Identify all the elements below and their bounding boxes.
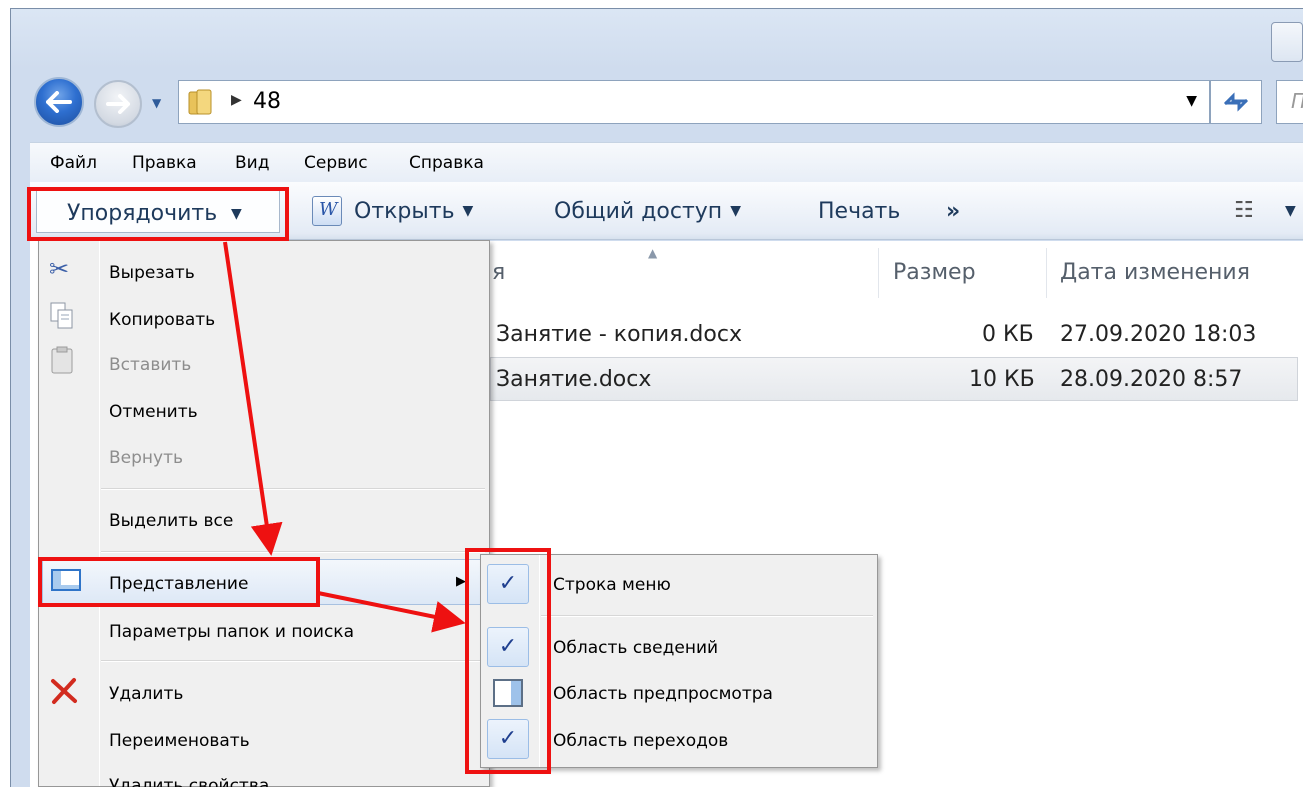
- annotation-arrow-right: [317, 591, 466, 633]
- annotation-arrows: [223, 241, 466, 633]
- annotation-arrow-down: [223, 241, 283, 556]
